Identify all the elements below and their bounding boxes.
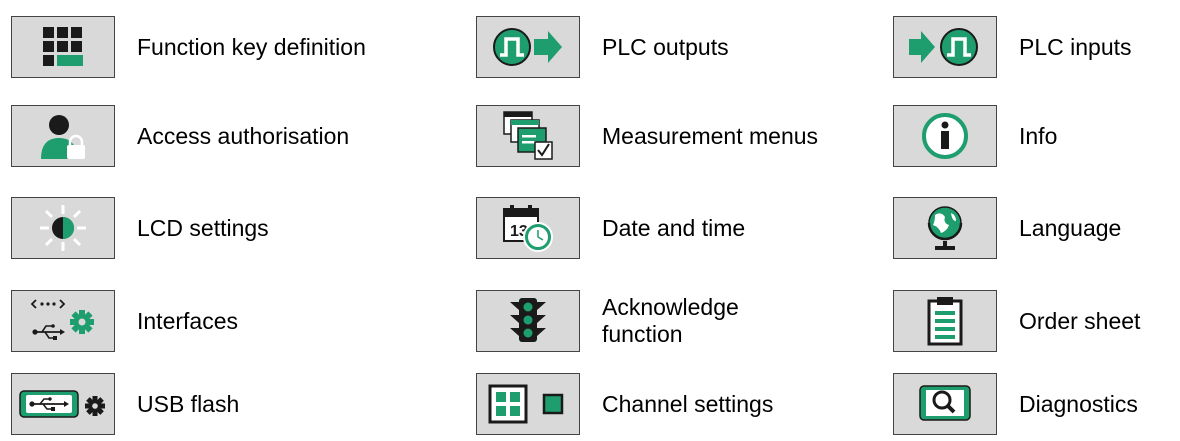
menu-label: USB flash bbox=[137, 390, 240, 417]
interfaces-gear-icon bbox=[30, 296, 96, 346]
menu-item-channel-settings[interactable]: Channel settings bbox=[476, 373, 773, 435]
access-authorisation-button[interactable] bbox=[11, 105, 115, 167]
plc-outputs-button[interactable] bbox=[476, 16, 580, 78]
plc-inputs-button[interactable] bbox=[893, 16, 997, 78]
menu-item-access-authorisation[interactable]: Access authorisation bbox=[11, 105, 349, 167]
diagnostics-button[interactable] bbox=[893, 373, 997, 435]
magnifier-screen-icon bbox=[917, 384, 973, 424]
user-lock-icon bbox=[38, 111, 88, 161]
usb-flash-icon bbox=[18, 386, 108, 422]
menu-item-acknowledge-function[interactable]: Acknowledge function bbox=[476, 290, 802, 352]
menu-item-info[interactable]: Info bbox=[893, 105, 1057, 167]
menu-label: Date and time bbox=[602, 214, 746, 241]
function-key-definition-button[interactable] bbox=[11, 16, 115, 78]
menu-item-interfaces[interactable]: Interfaces bbox=[11, 290, 238, 352]
keypad-icon bbox=[41, 25, 85, 69]
menu-item-plc-outputs[interactable]: PLC outputs bbox=[476, 16, 729, 78]
menu-label: Interfaces bbox=[137, 307, 238, 334]
menu-label: Access authorisation bbox=[137, 122, 350, 149]
info-icon bbox=[921, 112, 969, 160]
clipboard-icon bbox=[927, 296, 963, 346]
menu-label: LCD settings bbox=[137, 214, 269, 241]
channel-grid-icon bbox=[488, 384, 568, 424]
menu-item-usb-flash[interactable]: USB flash bbox=[11, 373, 239, 435]
traffic-light-icon bbox=[508, 296, 548, 346]
windows-check-icon bbox=[502, 110, 554, 162]
menu-item-lcd-settings[interactable]: LCD settings bbox=[11, 197, 269, 259]
settings-menu-grid: Function key definition PLC outputs PLC … bbox=[0, 0, 1180, 441]
menu-item-diagnostics[interactable]: Diagnostics bbox=[893, 373, 1138, 435]
menu-label: Info bbox=[1019, 122, 1058, 149]
usb-flash-button[interactable] bbox=[11, 373, 115, 435]
calendar-clock-icon: 13 bbox=[502, 203, 554, 253]
brightness-icon bbox=[38, 203, 88, 253]
menu-label: Language bbox=[1019, 214, 1122, 241]
menu-label: PLC outputs bbox=[602, 33, 729, 60]
measurement-menus-button[interactable] bbox=[476, 105, 580, 167]
interfaces-button[interactable] bbox=[11, 290, 115, 352]
acknowledge-function-button[interactable] bbox=[476, 290, 580, 352]
menu-item-plc-inputs[interactable]: PLC inputs bbox=[893, 16, 1132, 78]
plc-input-icon bbox=[907, 25, 983, 69]
menu-label: Order sheet bbox=[1019, 307, 1141, 334]
menu-label: Diagnostics bbox=[1019, 390, 1138, 417]
date-and-time-button[interactable]: 13 bbox=[476, 197, 580, 259]
menu-label: Measurement menus bbox=[602, 122, 819, 149]
language-button[interactable] bbox=[893, 197, 997, 259]
menu-item-language[interactable]: Language bbox=[893, 197, 1121, 259]
order-sheet-button[interactable] bbox=[893, 290, 997, 352]
menu-label: Function key definition bbox=[137, 33, 366, 60]
menu-label: PLC inputs bbox=[1019, 33, 1132, 60]
menu-item-order-sheet[interactable]: Order sheet bbox=[893, 290, 1140, 352]
menu-label: Channel settings bbox=[602, 390, 774, 417]
channel-settings-button[interactable] bbox=[476, 373, 580, 435]
menu-item-function-key-definition[interactable]: Function key definition bbox=[11, 16, 366, 78]
globe-icon bbox=[923, 203, 967, 253]
lcd-settings-button[interactable] bbox=[11, 197, 115, 259]
menu-item-date-and-time[interactable]: 13 Date and time bbox=[476, 197, 745, 259]
plc-output-icon bbox=[490, 25, 566, 69]
menu-item-measurement-menus[interactable]: Measurement menus bbox=[476, 105, 818, 167]
menu-label: Acknowledge function bbox=[602, 294, 739, 347]
info-button[interactable] bbox=[893, 105, 997, 167]
